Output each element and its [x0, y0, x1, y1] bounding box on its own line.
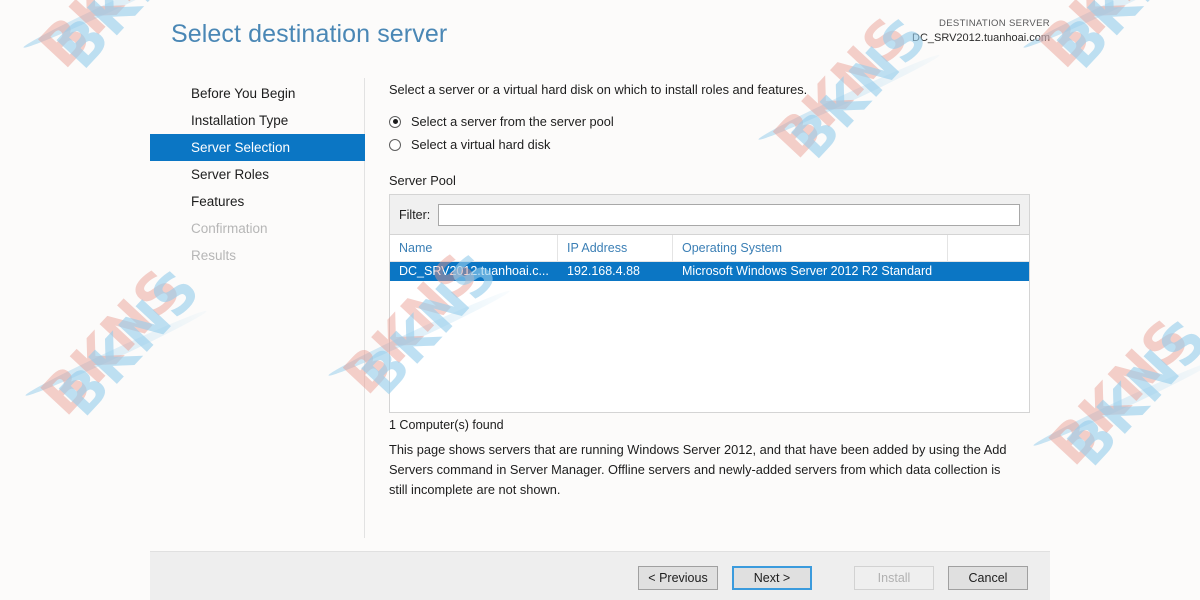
server-pool-heading: Server Pool	[389, 173, 1034, 188]
wizard-steps-nav: Before You Begin Installation Type Serve…	[150, 80, 365, 269]
destination-server-name: DC_SRV2012.tuanhoai.com	[912, 31, 1050, 46]
sidebar-item-confirmation: Confirmation	[150, 215, 365, 242]
footer-button-row: < Previous Next > Install Cancel	[638, 566, 1028, 590]
cell-ip-address: 192.168.4.88	[558, 262, 673, 281]
page-title: Select destination server	[171, 20, 447, 49]
install-button: Install	[854, 566, 934, 590]
cell-server-name: DC_SRV2012.tuanhoai.c...	[390, 262, 558, 281]
sidebar-item-features[interactable]: Features	[150, 188, 365, 215]
radio-option-server-pool[interactable]: Select a server from the server pool	[389, 111, 1034, 132]
server-table-header: Name IP Address Operating System	[390, 235, 1029, 262]
sidebar-item-server-roles[interactable]: Server Roles	[150, 161, 365, 188]
sidebar-item-installation-type[interactable]: Installation Type	[150, 107, 365, 134]
radio-button-virtual-hard-disk-icon[interactable]	[389, 139, 401, 151]
filter-label: Filter:	[399, 208, 430, 222]
column-header-ip-address[interactable]: IP Address	[558, 235, 673, 261]
server-manager-wizard: Select destination server DESTINATION SE…	[0, 0, 1200, 600]
wizard-header: Select destination server DESTINATION SE…	[0, 0, 1200, 70]
table-row[interactable]: DC_SRV2012.tuanhoai.c... 192.168.4.88 Mi…	[390, 262, 1029, 281]
computers-found-text: 1 Computer(s) found	[389, 418, 1034, 432]
radio-label-virtual-hard-disk: Select a virtual hard disk	[411, 137, 550, 152]
column-header-operating-system[interactable]: Operating System	[673, 235, 948, 261]
previous-button[interactable]: < Previous	[638, 566, 718, 590]
cancel-button[interactable]: Cancel	[948, 566, 1028, 590]
page-note-text: This page shows servers that are running…	[389, 440, 1021, 499]
sidebar-item-results: Results	[150, 242, 365, 269]
radio-option-virtual-hard-disk[interactable]: Select a virtual hard disk	[389, 134, 1034, 155]
radio-label-server-pool: Select a server from the server pool	[411, 114, 614, 129]
next-button[interactable]: Next >	[732, 566, 812, 590]
wizard-content: Select a server or a virtual hard disk o…	[389, 82, 1034, 499]
column-header-extra[interactable]	[948, 235, 1029, 261]
filter-bar: Filter:	[390, 195, 1029, 235]
sidebar-item-before-you-begin[interactable]: Before You Begin	[150, 80, 365, 107]
filter-input[interactable]	[438, 204, 1020, 226]
cell-operating-system: Microsoft Windows Server 2012 R2 Standar…	[673, 262, 948, 281]
destination-server-label: DESTINATION SERVER	[912, 18, 1050, 31]
sidebar-item-server-selection[interactable]: Server Selection	[150, 134, 365, 161]
server-pool-panel: Filter: Name IP Address Operating System…	[389, 194, 1030, 413]
destination-server-block: DESTINATION SERVER DC_SRV2012.tuanhoai.c…	[912, 18, 1050, 46]
column-header-name[interactable]: Name	[390, 235, 558, 261]
server-table-body: DC_SRV2012.tuanhoai.c... 192.168.4.88 Mi…	[390, 262, 1029, 412]
radio-button-server-pool-icon[interactable]	[389, 116, 401, 128]
wizard-footer: < Previous Next > Install Cancel	[150, 551, 1050, 600]
intro-text: Select a server or a virtual hard disk o…	[389, 82, 1034, 97]
